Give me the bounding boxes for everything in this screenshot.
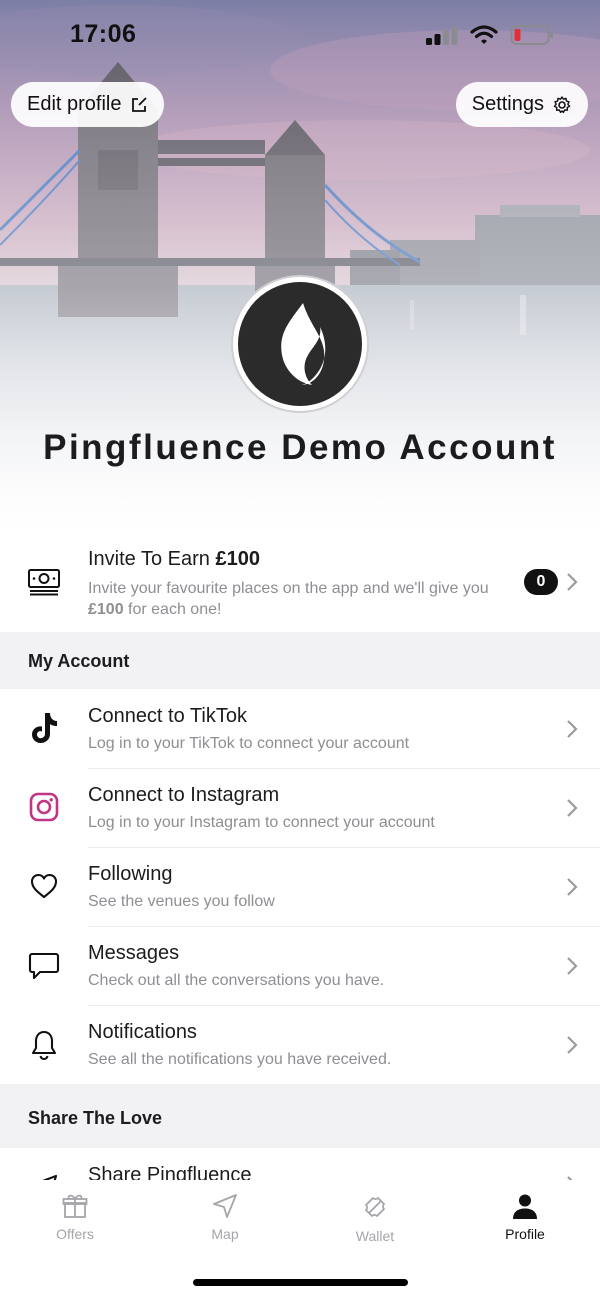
tab-wallet[interactable]: Wallet — [300, 1192, 450, 1252]
messages-title: Messages — [88, 942, 180, 964]
chevron-right-icon — [567, 799, 578, 817]
instagram-subtitle: Log in to your Instagram to connect your… — [88, 814, 435, 831]
invite-count-badge: 0 — [524, 569, 558, 595]
invite-subtitle: Invite your favourite places on the app … — [88, 578, 489, 620]
notifications-subtitle: See all the notifications you have recei… — [88, 1051, 392, 1068]
edit-profile-label: Edit profile — [27, 93, 122, 115]
chevron-right-icon — [567, 957, 578, 975]
edit-profile-button[interactable]: Edit profile — [11, 82, 164, 127]
person-icon — [513, 1194, 537, 1219]
following-row[interactable]: Following See the venues you follow — [0, 848, 600, 926]
notifications-row[interactable]: Notifications See all the notifications … — [0, 1006, 600, 1084]
messages-subtitle: Check out all the conversations you have… — [88, 972, 385, 989]
profile-name: Pingfluence Demo Account — [43, 428, 557, 467]
home-indicator — [193, 1279, 408, 1286]
following-title: Following — [88, 863, 173, 885]
chevron-right-icon — [567, 720, 578, 738]
instagram-icon — [26, 789, 62, 825]
wifi-icon — [470, 25, 498, 44]
tab-map-label: Map — [211, 1226, 239, 1242]
message-icon — [26, 948, 62, 984]
chevron-right-icon — [567, 573, 578, 591]
invite-title-prefix: Invite To Earn — [88, 548, 216, 570]
invite-subtitle-line1: Invite your favourite places on the app … — [88, 580, 489, 597]
my-account-section-header: My Account — [0, 632, 600, 689]
tab-profile-label: Profile — [505, 1226, 545, 1242]
gear-icon — [553, 95, 571, 113]
status-icons — [426, 24, 554, 46]
navigation-arrow-icon — [213, 1194, 237, 1218]
invite-subtitle-amount: £100 — [88, 601, 124, 618]
profile-hero: 17:06 Edit profile Settings Pingfluence … — [0, 0, 600, 532]
bell-icon — [26, 1027, 62, 1063]
heart-icon — [26, 868, 62, 904]
my-account-heading: My Account — [28, 651, 130, 671]
edit-square-icon — [131, 96, 147, 112]
chevron-right-icon — [567, 1036, 578, 1054]
messages-row[interactable]: Messages Check out all the conversations… — [0, 927, 600, 1005]
tiktok-title: Connect to TikTok — [88, 705, 247, 727]
invite-title: Invite To Earn £100 — [88, 548, 260, 571]
tiktok-icon — [26, 710, 62, 746]
settings-button[interactable]: Settings — [455, 82, 588, 127]
ticket-icon — [365, 1197, 385, 1217]
invite-title-amount: £100 — [215, 548, 260, 570]
cellular-signal-icon — [426, 26, 458, 45]
connect-instagram-row[interactable]: Connect to Instagram Log in to your Inst… — [0, 769, 600, 847]
invite-subtitle-rest: for each one! — [123, 601, 222, 618]
status-time: 17:06 — [70, 20, 137, 48]
tab-offers[interactable]: Offers — [0, 1192, 150, 1252]
settings-label: Settings — [471, 93, 544, 115]
invite-to-earn-row[interactable]: Invite To Earn £100 Invite your favourit… — [0, 532, 600, 632]
notifications-title: Notifications — [88, 1021, 197, 1043]
battery-low-icon — [510, 25, 553, 45]
flame-logo-icon — [281, 303, 326, 385]
chevron-right-icon — [567, 878, 578, 896]
gift-icon — [62, 1194, 88, 1218]
cash-icon — [26, 564, 62, 600]
share-section-header: Share The Love — [0, 1084, 600, 1148]
instagram-title: Connect to Instagram — [88, 784, 280, 806]
tab-map[interactable]: Map — [150, 1192, 300, 1252]
tab-profile[interactable]: Profile — [450, 1192, 600, 1252]
tiktok-subtitle: Log in to your TikTok to connect your ac… — [88, 735, 410, 752]
tab-wallet-label: Wallet — [355, 1228, 395, 1244]
invite-subtitle-line2: £100 for each one! — [88, 599, 489, 620]
profile-avatar[interactable] — [233, 277, 367, 411]
following-subtitle: See the venues you follow — [88, 893, 275, 910]
connect-tiktok-row[interactable]: Connect to TikTok Log in to your TikTok … — [0, 689, 600, 768]
tab-offers-label: Offers — [56, 1226, 94, 1242]
share-heading: Share The Love — [28, 1108, 163, 1128]
